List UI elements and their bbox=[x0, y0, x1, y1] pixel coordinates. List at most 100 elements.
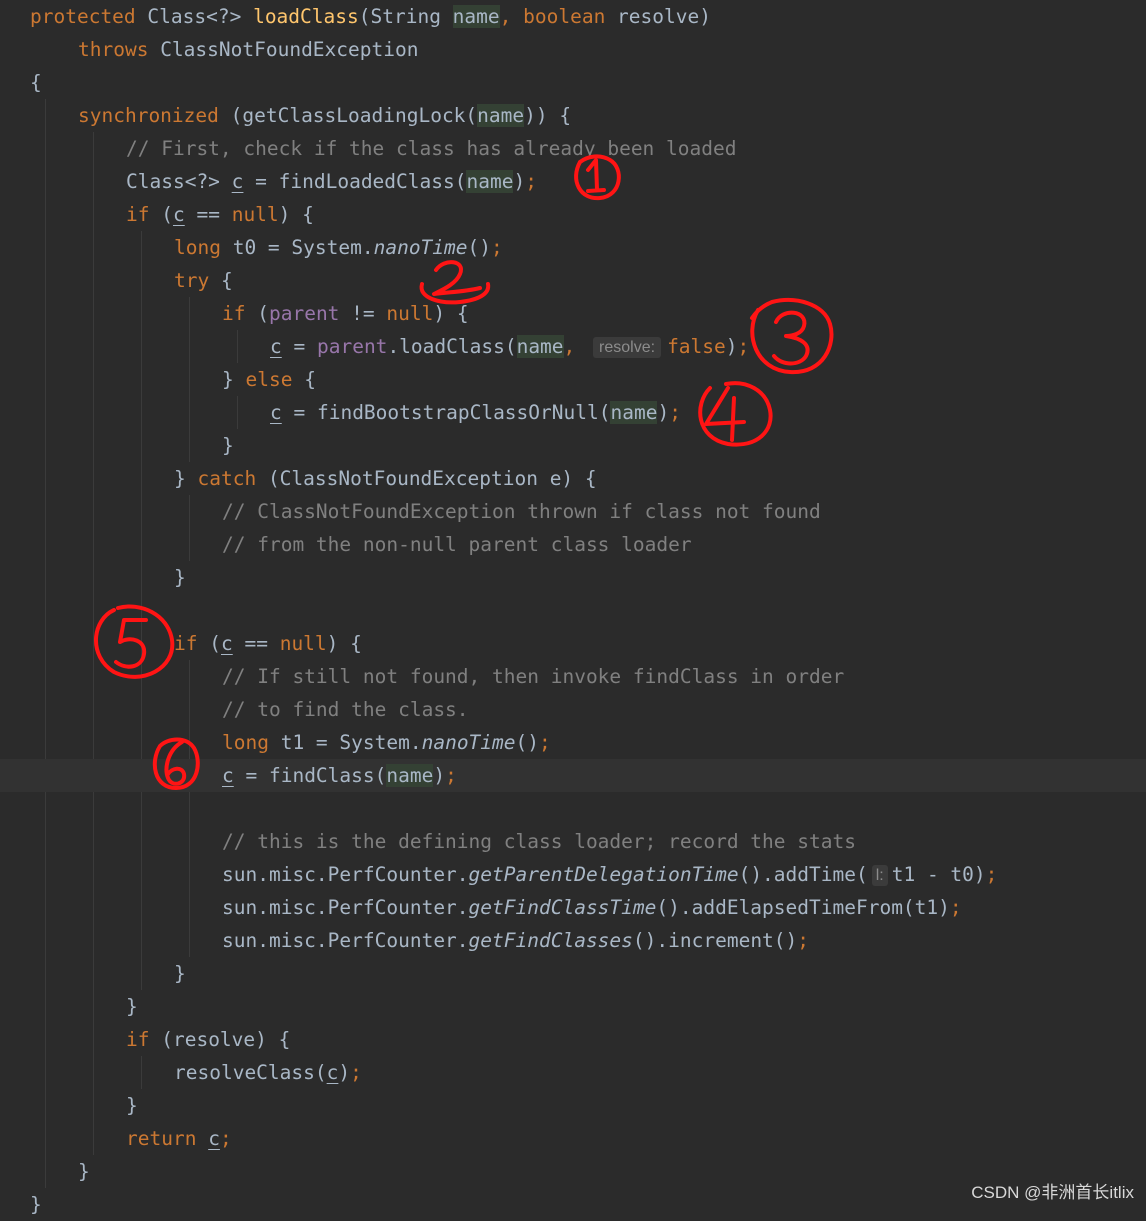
code-line: } else { bbox=[0, 363, 1146, 396]
code-comment: // ClassNotFoundException thrown if clas… bbox=[222, 500, 821, 523]
code-token: boolean bbox=[523, 5, 618, 28]
code-line: synchronized (getClassLoadingLock(name))… bbox=[0, 99, 1146, 132]
code-token: ( bbox=[257, 302, 269, 325]
code-line: if (resolve) { bbox=[0, 1023, 1146, 1056]
code-line: // to find the class. bbox=[0, 693, 1146, 726]
code-token: else bbox=[245, 368, 305, 391]
code-token: getFindClasses bbox=[468, 929, 633, 952]
code-token: ) bbox=[513, 170, 526, 193]
code-token: c bbox=[208, 1127, 220, 1150]
code-token: ; bbox=[219, 1127, 232, 1150]
code-token: name bbox=[466, 170, 514, 193]
code-line: if (c == null) { bbox=[0, 198, 1146, 231]
code-token: long bbox=[222, 731, 281, 754]
code-token: ; bbox=[350, 1061, 362, 1084]
code-text: sun.misc.PerfCounter.getFindClasses().in… bbox=[222, 924, 809, 957]
code-line: if (parent != null) { bbox=[0, 297, 1146, 330]
code-text: c = parent.loadClass(name, resolve: false… bbox=[270, 330, 749, 364]
code-token: c bbox=[270, 401, 282, 424]
code-line: c = findClass(name); bbox=[0, 759, 1146, 792]
code-token: } bbox=[174, 962, 186, 985]
code-token: false bbox=[667, 335, 726, 358]
code-text: } bbox=[78, 1155, 90, 1188]
code-token: , bbox=[499, 5, 524, 28]
code-editor[interactable]: protected Class<?> loadClass(String name… bbox=[0, 0, 1146, 1216]
code-token: c bbox=[172, 203, 185, 226]
code-token: ClassNotFoundException bbox=[160, 38, 419, 61]
code-token: ; bbox=[491, 236, 503, 259]
code-line: } bbox=[0, 561, 1146, 594]
code-token: sun.misc.PerfCounter. bbox=[222, 863, 469, 886]
code-line: long t1 = System.nanoTime(); bbox=[0, 726, 1146, 759]
parameter-hint: l: bbox=[871, 865, 888, 886]
code-token: c bbox=[326, 1061, 339, 1084]
code-text: } bbox=[30, 1188, 42, 1221]
code-token: ; bbox=[949, 896, 962, 919]
code-token: } bbox=[174, 566, 186, 589]
code-token: != bbox=[339, 302, 387, 325]
code-token: null bbox=[386, 302, 434, 325]
code-token: )) { bbox=[524, 104, 572, 127]
code-line: return c; bbox=[0, 1122, 1146, 1155]
code-token: protected bbox=[30, 5, 148, 28]
code-token: Class<?> bbox=[147, 5, 254, 28]
code-token: c bbox=[231, 170, 244, 193]
code-token: { bbox=[304, 368, 316, 391]
code-text: // If still not found, then invoke findC… bbox=[222, 660, 844, 693]
code-line: } catch (ClassNotFoundException e) { bbox=[0, 462, 1146, 495]
code-token: () bbox=[515, 731, 539, 754]
code-comment: // If still not found, then invoke findC… bbox=[222, 665, 845, 688]
code-token: (String bbox=[358, 5, 453, 28]
code-line: long t0 = System.nanoTime(); bbox=[0, 231, 1146, 264]
code-token: { bbox=[220, 269, 233, 292]
code-token: parent bbox=[268, 302, 340, 325]
code-token: name bbox=[610, 401, 658, 424]
code-token: catch bbox=[197, 467, 268, 490]
code-token: null bbox=[279, 632, 327, 655]
code-token: ; bbox=[525, 170, 537, 193]
code-text: sun.misc.PerfCounter.getFindClassTime().… bbox=[222, 891, 962, 924]
code-token: ().addTime( bbox=[738, 863, 868, 886]
code-token: ) bbox=[657, 401, 670, 424]
code-token: name bbox=[516, 335, 564, 358]
code-token: c bbox=[270, 335, 282, 358]
code-text: protected Class<?> loadClass(String name… bbox=[30, 0, 711, 33]
code-text: synchronized (getClassLoadingLock(name))… bbox=[78, 99, 571, 132]
code-token: ; bbox=[737, 335, 750, 358]
code-line: } bbox=[0, 957, 1146, 990]
code-text: } else { bbox=[222, 363, 316, 396]
code-token: c bbox=[220, 632, 233, 655]
code-token: nanoTime bbox=[373, 236, 468, 259]
code-token: long bbox=[174, 236, 233, 259]
code-text: long t0 = System.nanoTime(); bbox=[174, 231, 503, 264]
code-token: resolveClass( bbox=[174, 1061, 327, 1084]
code-token: t1 - t0) bbox=[891, 863, 986, 886]
code-text: if (c == null) { bbox=[126, 198, 314, 231]
code-token: } bbox=[174, 467, 198, 490]
code-token: loadClass bbox=[253, 5, 359, 28]
code-line: resolveClass(c); bbox=[0, 1056, 1146, 1089]
code-token: throws bbox=[78, 38, 161, 61]
code-token: (ClassNotFoundException e) { bbox=[267, 467, 597, 490]
code-token: if bbox=[222, 302, 258, 325]
code-line: sun.misc.PerfCounter.getFindClasses().in… bbox=[0, 924, 1146, 957]
code-text: // to find the class. bbox=[222, 693, 469, 726]
code-token: = findClass( bbox=[233, 764, 387, 787]
csdn-watermark: CSDN @非洲首长itlix bbox=[971, 1183, 1134, 1202]
code-line: protected Class<?> loadClass(String name… bbox=[0, 0, 1146, 33]
code-text: resolveClass(c); bbox=[174, 1056, 362, 1089]
code-line: // this is the defining class loader; re… bbox=[0, 825, 1146, 858]
code-token: ; bbox=[445, 764, 457, 787]
code-line: } bbox=[0, 429, 1146, 462]
code-token: ) bbox=[725, 335, 738, 358]
code-comment: // this is the defining class loader; re… bbox=[222, 830, 856, 853]
code-token: parent bbox=[316, 335, 388, 358]
code-token: } bbox=[78, 1160, 90, 1183]
code-token: == bbox=[232, 632, 280, 655]
code-token: } bbox=[222, 434, 234, 457]
code-text: long t1 = System.nanoTime(); bbox=[222, 726, 551, 759]
code-token: t1 = System. bbox=[280, 731, 422, 754]
code-token: nanoTime bbox=[421, 731, 516, 754]
